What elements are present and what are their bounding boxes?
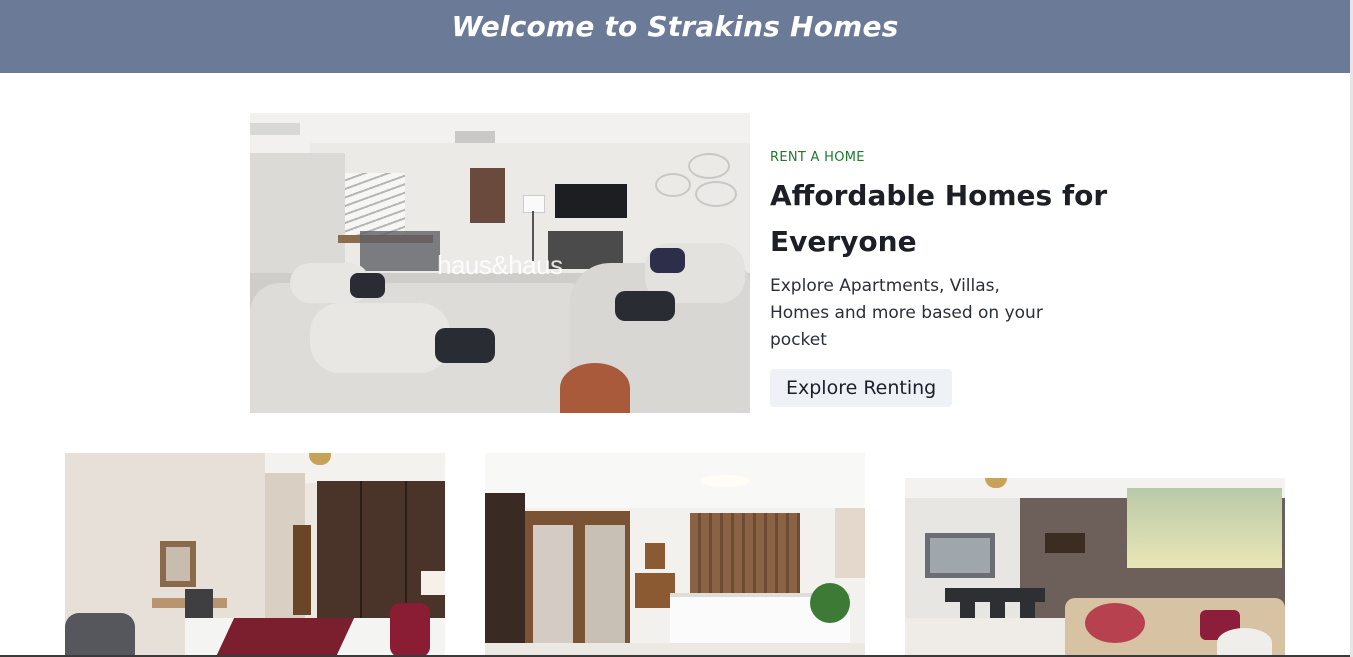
listing-card-3-image[interactable] (905, 478, 1285, 657)
hero-description: Explore Apartments, Villas, Homes and mo… (770, 276, 1043, 350)
hero-title-line1: Affordable Homes for (770, 179, 1108, 212)
explore-renting-button[interactable]: Explore Renting (770, 369, 953, 407)
site-title: Welcome to Strakins Homes (451, 10, 899, 43)
page-header: Welcome to Strakins Homes (0, 0, 1350, 73)
listing-card-2-image[interactable] (485, 453, 865, 657)
listing-card-1-image[interactable] (65, 453, 445, 657)
hero-title-line2: Everyone (770, 225, 917, 258)
hero-living-room-image: haus&haus (250, 113, 750, 413)
hero-title: Affordable Homes for Everyone (770, 173, 1110, 265)
hero-eyebrow: RENT A HOME (770, 150, 865, 165)
image-watermark: haus&haus (437, 250, 563, 280)
hero-content: RENT A HOME Affordable Homes for Everyon… (770, 150, 1110, 407)
